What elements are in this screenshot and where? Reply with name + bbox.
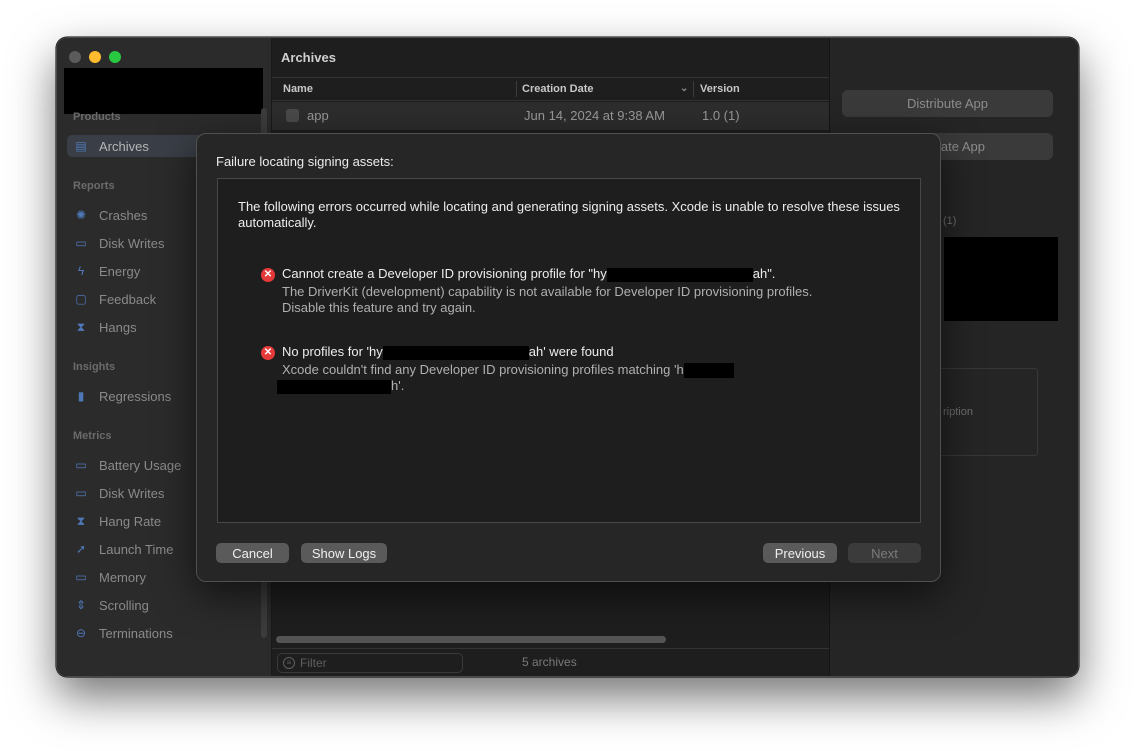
distribute-app-button[interactable]: Distribute App: [842, 90, 1053, 117]
sidebar-item-label: Hangs: [99, 319, 137, 335]
next-button[interactable]: Next: [848, 543, 921, 563]
sheet-title: Failure locating signing assets:: [216, 154, 394, 169]
sidebar-section-products: Products: [73, 111, 121, 123]
zoom-window-button[interactable]: [109, 51, 121, 63]
archive-icon: ▤: [75, 139, 87, 153]
horizontal-scrollbar[interactable]: [276, 636, 666, 643]
version-label: (1): [943, 215, 957, 227]
memory-icon: ▭: [75, 570, 87, 584]
redacted-bundle-id: [382, 345, 529, 360]
regression-chart-icon: ▮: [77, 389, 85, 403]
minimize-window-button[interactable]: [89, 51, 101, 63]
sidebar-item-label: Crashes: [99, 207, 148, 223]
disk-icon: ▭: [75, 236, 87, 250]
cancel-button[interactable]: Cancel: [216, 543, 289, 563]
signing-error-sheet: Failure locating signing assets: The fol…: [196, 133, 941, 582]
description-field[interactable]: [925, 368, 1038, 456]
redacted-bundle-id: [277, 379, 391, 394]
error-description: Xcode couldn't find any Developer ID pro…: [277, 362, 882, 394]
hourglass-icon: ⧗: [76, 513, 86, 528]
error-x-icon: ✕: [261, 268, 275, 282]
table-row[interactable]: app Jun 14, 2024 at 9:38 AM 1.0 (1): [272, 102, 829, 130]
error-description-line: The DriverKit (development) capability i…: [282, 284, 813, 299]
termination-icon: ⊖: [75, 626, 87, 640]
previous-button[interactable]: Previous: [763, 543, 837, 563]
error-description-start: Xcode couldn't find any Developer ID pro…: [282, 362, 684, 377]
show-logs-button[interactable]: Show Logs: [301, 543, 387, 563]
archive-creation-date: Jun 14, 2024 at 9:38 AM: [524, 108, 665, 123]
redacted-bundle-id: [683, 363, 734, 379]
feedback-icon: ▢: [75, 292, 87, 306]
battery-icon: ▭: [75, 458, 87, 472]
column-separator[interactable]: [516, 81, 517, 97]
table-header: Name Creation Date ⌄ Version: [272, 77, 829, 101]
crash-icon: ✺: [75, 208, 87, 222]
sidebar-section-insights: Insights: [73, 361, 116, 373]
error-title: No profiles for 'hy ah' were found: [282, 344, 614, 360]
sort-chevron-icon[interactable]: ⌄: [680, 83, 688, 94]
sidebar-item-label: Archives: [99, 138, 149, 154]
error-description-line: Disable this feature and try again.: [282, 300, 476, 315]
sidebar-item-scrolling[interactable]: ⇕ Scrolling: [73, 594, 263, 616]
description-placeholder: ription: [943, 406, 973, 418]
error-intro-text: The following errors occurred while loca…: [238, 199, 900, 230]
error-description: The DriverKit (development) capability i…: [282, 284, 882, 316]
sidebar-item-terminations[interactable]: ⊖ Terminations: [73, 622, 263, 644]
sidebar-item-label: Terminations: [99, 625, 173, 641]
error-title: Cannot create a Developer ID provisionin…: [282, 266, 775, 282]
error-title-start: No profiles for 'hy: [282, 344, 383, 359]
scroll-icon: ⇕: [75, 598, 87, 612]
filter-placeholder: Filter: [300, 656, 327, 670]
hourglass-icon: ⧗: [76, 319, 86, 334]
sidebar-item-label: Regressions: [99, 388, 172, 404]
sidebar-section-reports: Reports: [73, 180, 115, 192]
archive-version: 1.0 (1): [702, 108, 740, 123]
list-footer: ≡ Filter 5 archives: [272, 648, 829, 676]
error-title-end: ah' were found: [528, 344, 614, 359]
close-window-button[interactable]: [69, 51, 81, 63]
sidebar-item-label: Scrolling: [99, 597, 149, 613]
sidebar-item-label: Feedback: [99, 291, 157, 307]
pane-title: Archives: [281, 50, 336, 65]
column-header-name[interactable]: Name: [283, 83, 313, 95]
error-title-end: ah".: [752, 266, 776, 281]
sidebar-item-label: Launch Time: [99, 541, 174, 557]
column-header-creation-date[interactable]: Creation Date: [522, 83, 594, 95]
app-archive-icon: [286, 109, 299, 122]
sidebar-item-label: Battery Usage: [99, 457, 182, 473]
traffic-lights: [69, 51, 121, 63]
sidebar-item-label: Disk Writes: [99, 235, 165, 251]
bolt-icon: ϟ: [77, 264, 85, 278]
filter-input[interactable]: ≡ Filter: [277, 653, 463, 673]
column-header-version[interactable]: Version: [700, 83, 740, 95]
error-details-box: The following errors occurred while loca…: [217, 178, 921, 523]
column-separator[interactable]: [693, 81, 694, 97]
error-description-end: h'.: [391, 378, 405, 394]
sidebar-item-label: Hang Rate: [99, 513, 162, 529]
disk-icon: ▭: [75, 486, 87, 500]
sidebar-item-label: Energy: [99, 263, 141, 279]
sidebar-section-metrics: Metrics: [73, 430, 112, 442]
rocket-icon: ➚: [75, 542, 87, 556]
sidebar-item-label: Disk Writes: [99, 485, 165, 501]
redacted-bundle-id: [606, 267, 753, 282]
redacted-app-selector: [64, 68, 263, 114]
archive-name: app: [307, 108, 329, 123]
sidebar-item-label: Memory: [99, 569, 146, 585]
xcode-organizer-window: Products ▤ Archives Reports ✺ Crashes ▭ …: [56, 37, 1079, 677]
error-x-icon: ✕: [261, 346, 275, 360]
redacted-details: [944, 237, 1058, 321]
archive-count: 5 archives: [522, 655, 577, 669]
filter-icon: ≡: [283, 657, 295, 669]
error-title-start: Cannot create a Developer ID provisionin…: [282, 266, 607, 281]
